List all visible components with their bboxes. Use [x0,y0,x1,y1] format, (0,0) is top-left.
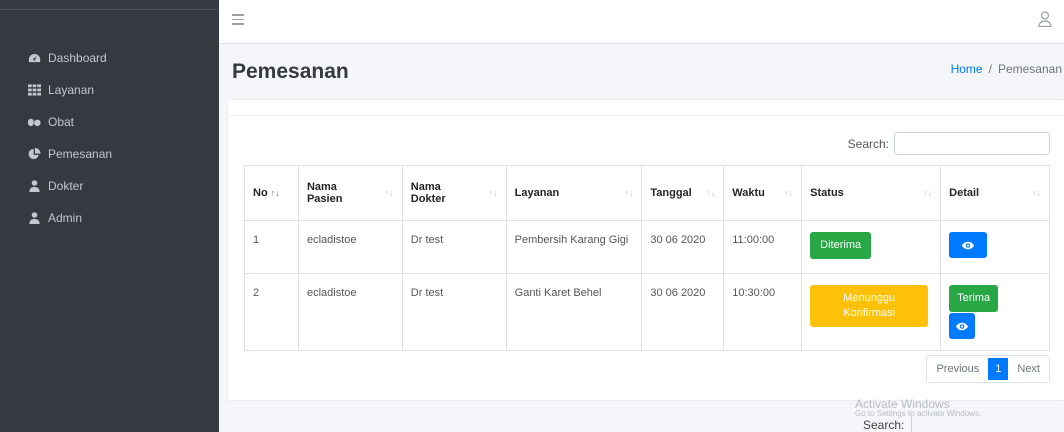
grid-icon [27,84,41,96]
pagination-next[interactable]: Next [1008,356,1049,382]
pagination: Previous 1 Next [926,355,1050,383]
accept-button[interactable]: Terima [949,285,999,312]
sidebar-item-layanan[interactable]: Layanan [0,74,219,106]
search-label: Search: [847,136,889,151]
content-header: Pemesanan Home / Pemesanan [219,44,1064,100]
table-header-row: No ↑↓ Nama Pasien ↑↓ Nama Dokter ↑↓ Layanan… [244,165,1050,221]
column-header-tanggal[interactable]: Tanggal ↑↓ [641,165,725,221]
eye-icon [956,322,969,330]
sort-icon: ↑↓ [923,188,933,198]
status-badge: Menunggu Konfirmasi [810,285,929,327]
sort-icon: ↑↓ [270,188,280,198]
table-row: 2 ecladistoe Dr test Ganti Karet Behel 3… [244,273,1050,351]
orders-card: Search: No ↑↓ Nama Pasien ↑↓ Nama Dokter ↑↓… [228,100,1064,400]
table-search: Search: [848,132,1050,155]
user-icon [27,212,41,224]
column-header-status[interactable]: Status ↑↓ [801,165,942,221]
bottom-search-input[interactable] [911,414,1061,432]
cell-detail [940,220,1050,274]
sidebar-item-label: Obat [48,115,75,129]
view-detail-button[interactable] [949,313,976,339]
search-input[interactable] [894,132,1050,155]
cell-tanggal: 30 06 2020 [641,220,725,274]
cell-dokter: Dr test [401,273,507,351]
pagination-previous[interactable]: Previous [927,356,988,382]
pie-chart-icon [27,148,41,160]
column-header-detail[interactable]: Detail ↑↓ [940,165,1050,221]
cell-tanggal: 30 06 2020 [641,273,725,351]
sidebar-item-label: Dokter [48,179,84,193]
cell-pasien: ecladistoe [297,273,403,351]
column-header-waktu[interactable]: Waktu ↑↓ [723,165,803,221]
sidebar-item-label: Dashboard [48,51,107,65]
sidebar-item-obat[interactable]: Obat [0,106,219,138]
cell-status: Diterima [801,220,942,274]
breadcrumb-separator: / [988,62,992,76]
cell-dokter: Dr test [401,220,507,274]
sidebar-item-label: Admin [48,211,83,225]
cell-no: 1 [244,220,299,274]
sort-icon: ↑↓ [488,188,498,198]
user-outline-icon[interactable] [1038,11,1052,28]
breadcrumb-current: Pemesanan [997,62,1062,76]
cell-no: 2 [244,273,299,351]
pills-icon [27,116,41,128]
column-header-nama-pasien[interactable]: Nama Pasien ↑↓ [297,165,403,221]
pagination-page-1[interactable]: 1 [988,358,1009,380]
tachometer-icon [27,52,41,64]
sidebar-item-pemesanan[interactable]: Pemesanan [0,138,219,170]
sidebar-item-dashboard[interactable]: Dashboard [0,42,219,74]
table-row: 1 ecladistoe Dr test Pembersih Karang Gi… [244,220,1050,274]
status-badge: Diterima [810,232,872,259]
column-header-nama-dokter[interactable]: Nama Dokter ↑↓ [401,165,507,221]
orders-table: No ↑↓ Nama Pasien ↑↓ Nama Dokter ↑↓ Layanan… [244,165,1050,351]
column-header-layanan[interactable]: Layanan ↑↓ [505,165,643,221]
sidebar-item-label: Layanan [48,83,95,97]
sort-icon: ↑↓ [624,188,634,198]
cell-layanan: Pembersih Karang Gigi [505,220,643,274]
eye-icon [962,241,975,249]
sort-icon: ↑↓ [706,188,716,198]
sidebar-item-admin[interactable]: Admin [0,202,219,234]
sort-icon: ↑↓ [784,188,794,198]
hamburger-icon[interactable] [232,14,244,25]
cell-waktu: 11:00:00 [723,220,803,274]
cell-pasien: ecladistoe [297,220,403,274]
view-detail-button[interactable] [949,232,988,258]
sidebar-item-dokter[interactable]: Dokter [0,170,219,202]
topbar [219,0,1064,44]
bottom-search-label: Search: [863,418,905,432]
sidebar-item-label: Pemesanan [48,147,113,161]
sidebar: Dashboard Layanan Obat Pemesanan Dokter [0,0,219,432]
cell-waktu: 10:30:00 [723,273,803,351]
page-title: Pemesanan [232,60,349,83]
card-header [228,100,1064,116]
sort-icon: ↑↓ [1032,188,1041,198]
user-md-icon [27,180,41,192]
cell-detail: Terima [940,273,1050,351]
breadcrumb: Home / Pemesanan [951,62,1062,76]
cell-layanan: Ganti Karet Behel [505,273,643,351]
breadcrumb-home-link[interactable]: Home [951,62,983,76]
sidebar-nav: Dashboard Layanan Obat Pemesanan Dokter [0,10,219,234]
sidebar-brand [0,0,219,10]
cell-status: Menunggu Konfirmasi [801,273,942,351]
column-header-no[interactable]: No ↑↓ [244,165,299,221]
sort-icon: ↑↓ [384,188,394,198]
